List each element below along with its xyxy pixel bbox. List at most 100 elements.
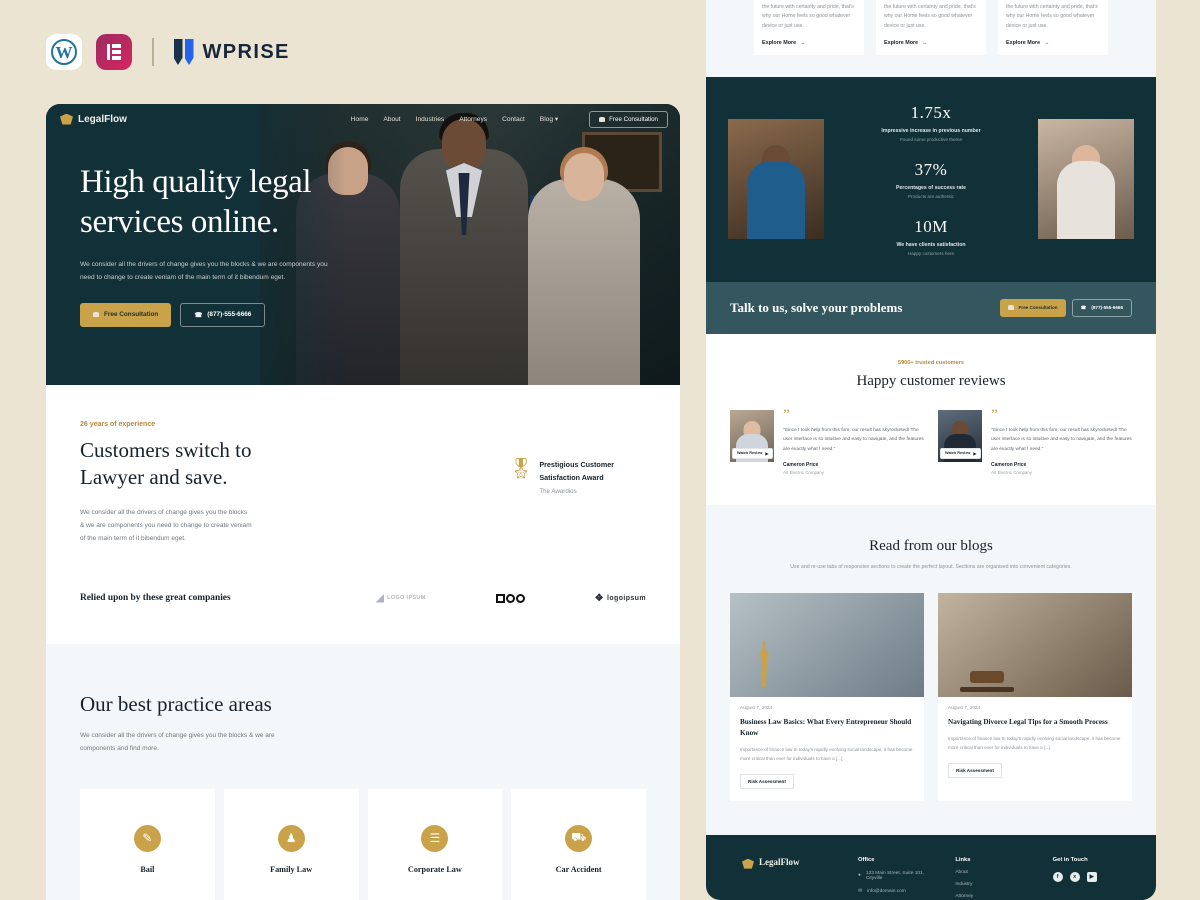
footer-logo[interactable]: LegalFlow [730,857,840,900]
reviewer-photo: Watch Review ▶ [730,409,774,462]
nav-item-contact[interactable]: Contact [502,116,525,123]
watch-review-label: Watch Review [737,451,763,455]
practice-card-label: Corporate Law [407,864,462,874]
industry-card-real-estate[interactable]: Real Estate In the new era of technology… [998,0,1108,55]
blog-card[interactable]: August 7, 2024 Navigating Divorce Legal … [938,592,1132,801]
practice-card-label: Family Law [270,864,313,874]
brand-logo-1: ◢ LOGO IPSUM [376,593,426,604]
hero-free-consultation-button[interactable]: Free Consultation [80,302,172,327]
arrow-right-icon: → [922,39,928,46]
stat-value: 1.75x [910,102,952,122]
logoipsum-mark-icon: ◢ [376,592,385,604]
elementor-icon[interactable] [96,34,132,70]
blog-image [938,592,1132,697]
phone-icon: ☎ [1080,304,1087,310]
circle-icon [515,593,525,603]
footer-touch-heading: Get in Touch [1052,856,1088,863]
watch-review-button[interactable]: Watch Review ▶ [732,447,774,459]
justice-statue-decor [758,640,770,687]
cta-secondary-label: (877)-555-6666 [1091,305,1123,310]
practice-card-family-law[interactable]: ♟ Family Law [223,788,359,900]
blog-card[interactable]: August 7, 2024 Business Law Basics: What… [730,592,924,801]
reviews-section: 5900+ trusted customers Happy customer r… [706,333,1156,506]
hero-phone-button[interactable]: ☎ (877)-555-6666 [180,302,266,327]
chevron-down-icon: ▾ [554,116,559,123]
stats-photo-right [1038,119,1134,239]
award-title-line1: Prestigious Customer [539,460,614,469]
blogs-section: Read from our blogs Use and re-use tabs … [706,505,1156,835]
reviewer-company: An Electric Company [991,470,1032,476]
wprise-logo[interactable]: WPRISE [173,39,290,65]
explore-more-link[interactable]: Explore More → [884,40,978,46]
review-card: Watch Review ▶ ” "Since I took help from… [938,407,1132,476]
nav-item-attorneys[interactable]: Attorneys [459,116,487,123]
nav-links: Home About Industries Attorneys Contact … [351,110,668,128]
industry-card-local-business[interactable]: Local Business Management In the new era… [754,0,864,55]
award-title-line2: Satisfaction Award [539,472,604,482]
hero-copy: High quality legal services online. We c… [80,162,410,327]
stat-sub: Found some productive theme [899,136,963,142]
wprise-mark-icon [173,39,194,65]
reviewer-company: An Electric Company [783,470,824,476]
reviews-title: Happy customer reviews [856,372,1006,389]
wordpress-glyph: W [51,39,77,65]
blog-image [730,592,924,697]
practice-paragraph: We consider all the drivers of change gi… [80,731,275,752]
practice-card-car-accident[interactable]: ⛟ Car Accident [511,788,646,900]
footer-email[interactable]: ✉ info@domain.com [858,889,937,894]
wordpress-icon[interactable]: W [46,34,82,70]
cta-free-consultation-button[interactable]: Free Consultation [999,298,1066,317]
stat-value: 37% [914,159,948,179]
practice-card-corporate-law[interactable]: ☰ Corporate Law [367,788,503,900]
youtube-icon[interactable]: ▶ [1086,871,1097,882]
explore-more-link[interactable]: Explore More → [1006,40,1100,46]
crest-icon [742,858,754,869]
clover-icon: ❖ [594,592,604,604]
nav-item-blog[interactable]: Blog ▾ [540,115,558,123]
phone-icon: ☎ [194,311,203,319]
footer-link-about[interactable]: About [955,870,1034,875]
blogs-title: Read from our blogs [869,538,993,555]
blog-title: Navigating Divorce Legal Tips for a Smoo… [948,717,1108,726]
practice-card-label: Bail [140,864,155,874]
website-preview-right: Local Business Management In the new era… [706,0,1156,900]
footer-link-attorney[interactable]: Attorney [955,894,1034,899]
footer-address: ● 123 Main Street, Suite 101, Cityville [858,871,937,881]
watch-review-button[interactable]: Watch Review ▶ [940,447,982,459]
switch-eyebrow: 26 years of experience [80,421,156,428]
nav-item-about[interactable]: About [383,116,400,123]
site-logo[interactable]: LegalFlow [60,113,127,125]
hero-buttons: Free Consultation ☎ (877)-555-6666 [80,302,410,327]
footer-logo-text: LegalFlow [759,856,800,867]
facebook-icon[interactable]: f [1052,871,1063,882]
practice-title: Our best practice areas [80,691,272,716]
mail-icon: ✉ [858,888,863,894]
play-icon: ▶ [973,451,977,456]
stats-section: 1.75x Impressive increase in previous nu… [706,76,1156,282]
wprise-wordmark: WPRISE [202,40,290,63]
footer-links-column: Links About Industry Attorney Blog Conta… [955,857,1034,900]
blog-tag[interactable]: Risk Assessment [948,762,1002,778]
industry-card-healthcare[interactable]: Healthcare In the new era of technology … [876,0,986,55]
hero-paragraph: We consider all the drivers of change gi… [80,260,328,282]
x-icon[interactable]: x [1069,871,1080,882]
practice-card-label: Car Accident [555,864,602,874]
industry-card-text: In the new era of technology we look to … [1006,3,1098,29]
cta-phone-button[interactable]: ☎ (877)-555-6666 [1071,298,1132,317]
practice-card-bail[interactable]: ✎ Bail [80,788,215,900]
nav-free-consultation-button[interactable]: Free Consultation [589,110,668,128]
blog-tag[interactable]: Risk Assessment [740,773,794,789]
nav-item-home[interactable]: Home [351,116,369,123]
blogs-paragraph: Use and re-use tabs of responsive sectio… [790,564,1072,571]
cta-band-buttons: Free Consultation ☎ (877)-555-6666 [999,298,1132,317]
family-icon: ♟ [277,824,305,852]
stat-sub: Happy customers here [907,250,955,256]
site-logo-text: LegalFlow [78,113,127,125]
nav-item-industries[interactable]: Industries [416,116,445,123]
elementor-glyph [106,44,122,60]
explore-more-link[interactable]: Explore More → [762,40,856,46]
hero-title-line1: High quality legal [80,164,312,200]
brand-logo-2 [495,593,525,603]
building-icon: ☰ [421,824,449,852]
footer-link-industry[interactable]: Industry [955,882,1034,887]
